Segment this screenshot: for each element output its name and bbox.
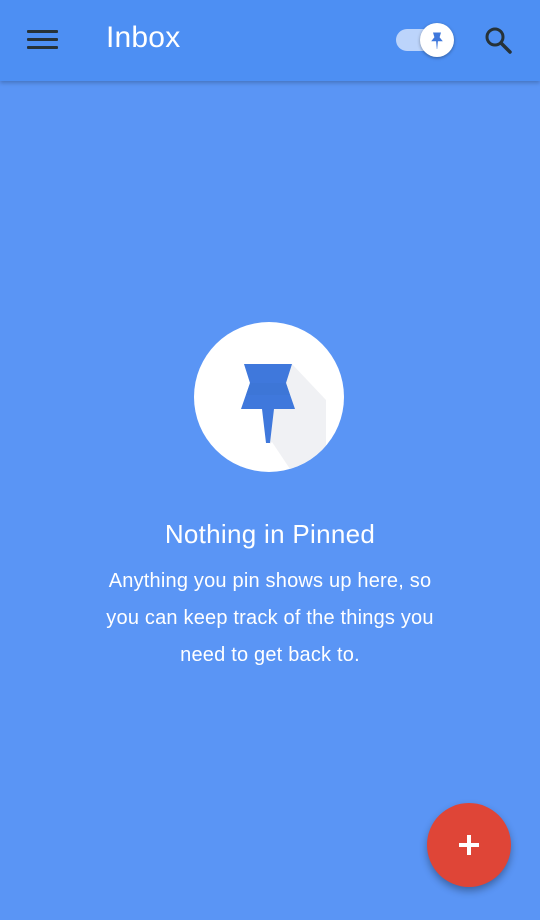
page-title: Inbox — [106, 21, 181, 54]
pinned-toggle[interactable] — [394, 22, 458, 58]
toggle-thumb[interactable] — [420, 23, 454, 57]
menu-line — [27, 38, 58, 41]
pin-circle-icon — [194, 322, 344, 472]
empty-state-title: Nothing in Pinned — [164, 519, 376, 549]
menu-line — [27, 30, 58, 33]
pin-icon — [241, 364, 326, 472]
empty-state-description: Anything you pin shows up here, so you c… — [106, 570, 434, 666]
hamburger-menu-icon[interactable] — [27, 28, 58, 52]
search-icon[interactable] — [483, 25, 513, 55]
pin-icon — [431, 32, 443, 49]
menu-line — [27, 46, 58, 49]
app-bar: Inbox — [0, 0, 540, 81]
plus-icon — [459, 843, 479, 847]
compose-fab-button[interactable] — [427, 803, 511, 887]
